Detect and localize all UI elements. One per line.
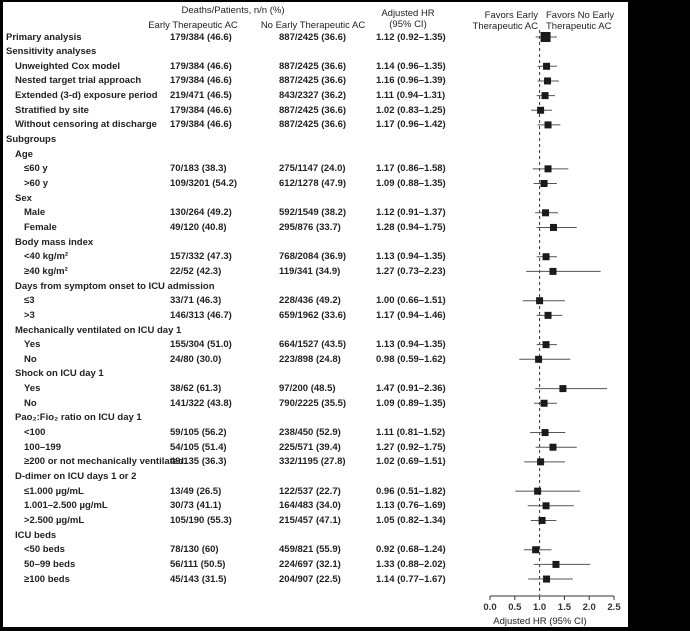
point-estimate-marker bbox=[540, 180, 548, 187]
point-estimate-marker bbox=[544, 311, 552, 319]
point-estimate-marker bbox=[543, 62, 551, 70]
point-estimate-marker bbox=[536, 297, 544, 305]
point-estimate-marker bbox=[544, 77, 552, 85]
x-tick-label: 0.5 bbox=[508, 602, 522, 613]
point-estimate-marker bbox=[537, 458, 545, 466]
point-estimate-marker bbox=[537, 106, 545, 114]
x-axis-label: Adjusted HR (95% CI) bbox=[493, 616, 587, 627]
point-estimate-marker bbox=[541, 429, 549, 437]
x-tick-label: 1.0 bbox=[533, 602, 546, 613]
point-estimate-marker bbox=[542, 209, 550, 217]
point-estimate-marker bbox=[540, 32, 551, 42]
x-tick-label: 1.5 bbox=[558, 602, 572, 613]
point-estimate-marker bbox=[532, 546, 540, 554]
point-estimate-marker bbox=[559, 385, 567, 393]
point-estimate-marker bbox=[549, 223, 557, 231]
x-tick-label: 2.0 bbox=[583, 602, 596, 613]
x-tick-label: 0.0 bbox=[483, 602, 496, 613]
point-estimate-marker bbox=[540, 399, 548, 407]
point-estimate-marker bbox=[549, 267, 557, 275]
figure-sheet: Deaths/Patients, n/n (%) Early Therapeut… bbox=[3, 2, 628, 627]
point-estimate-marker bbox=[541, 92, 549, 100]
forest-plot-figure: Deaths/Patients, n/n (%) Early Therapeut… bbox=[0, 0, 690, 631]
point-estimate-marker bbox=[549, 443, 557, 451]
point-estimate-marker bbox=[542, 502, 550, 510]
x-tick-label: 2.5 bbox=[607, 602, 621, 613]
point-estimate-marker bbox=[542, 341, 550, 349]
point-estimate-marker bbox=[544, 165, 552, 173]
point-estimate-marker bbox=[543, 575, 551, 583]
point-estimate-marker bbox=[542, 253, 550, 261]
forest-plot: 0.0 0.5 1.0 1.5 2.0 2.5 bbox=[483, 30, 621, 613]
point-estimate-marker bbox=[544, 121, 552, 129]
point-estimate-marker bbox=[535, 355, 543, 363]
point-estimate-marker bbox=[534, 487, 542, 495]
point-estimate-marker bbox=[538, 516, 546, 524]
point-estimate-marker bbox=[552, 560, 560, 568]
